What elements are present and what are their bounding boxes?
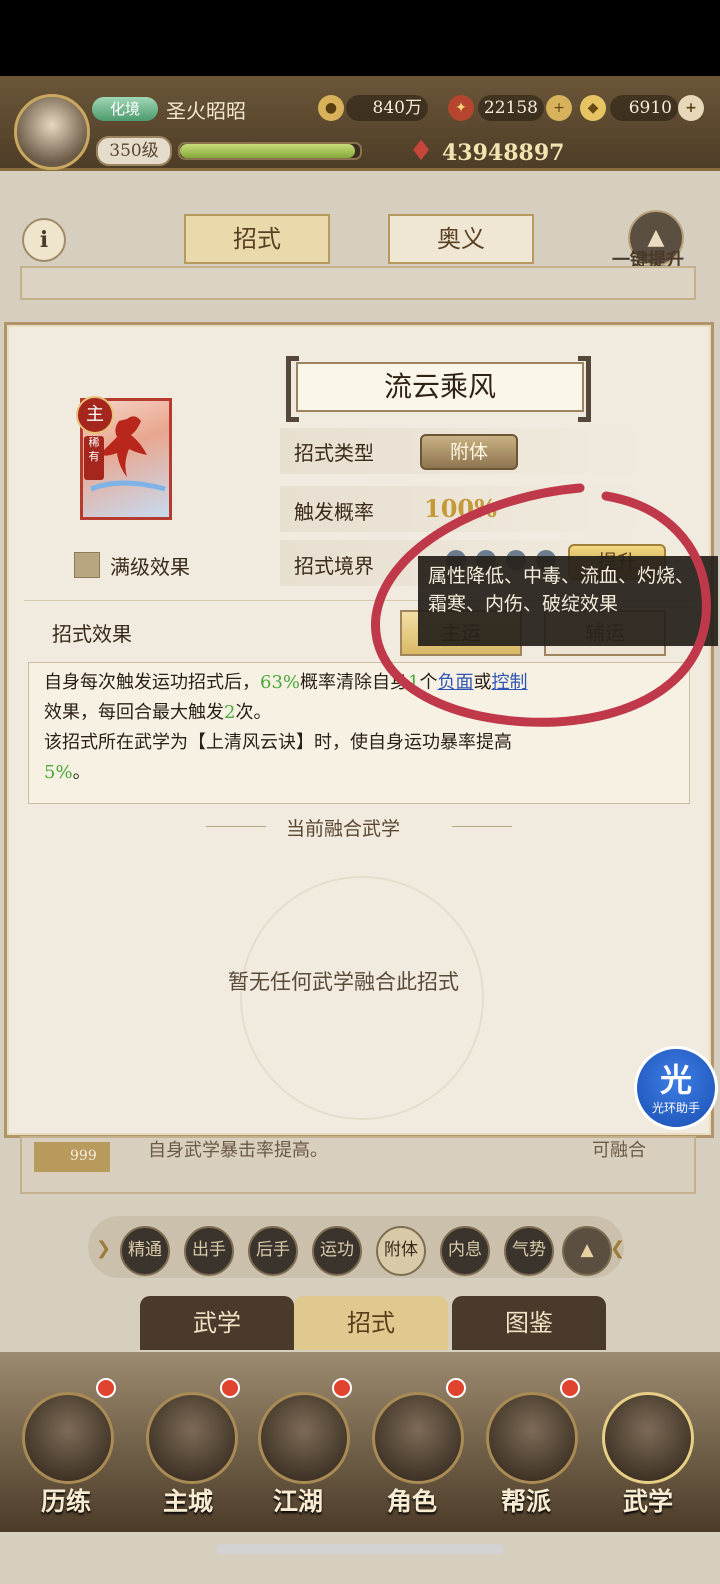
type-value: 附体 [420, 434, 518, 470]
effect-text: 效果，每回合最大触发 [44, 702, 224, 723]
effect-label: 招式效果 [52, 622, 132, 646]
nav-zhucheng-label[interactable]: 主城 [138, 1482, 238, 1518]
effect-chance: 63% [260, 672, 301, 693]
combat-power: 43948897 [442, 140, 565, 166]
max-level-label: 满级效果 [110, 555, 190, 579]
helper-label: 光环助手 [651, 1101, 700, 1115]
fusion-title: 当前融合武学 [286, 818, 401, 840]
nav-bangpai-icon[interactable] [486, 1392, 578, 1484]
silver-coin-icon: ● [318, 95, 344, 121]
main-badge: 主 [76, 396, 114, 434]
home-indicator[interactable] [216, 1544, 504, 1554]
nav-jianghu-icon[interactable] [258, 1392, 350, 1484]
realm-label: 招式境界 [294, 554, 374, 578]
category-houshou[interactable]: 后手 [248, 1226, 298, 1276]
helper-bubble[interactable]: 光 光环助手 [634, 1046, 718, 1130]
background-list-row [20, 266, 696, 300]
vip-badge: 化境 [92, 97, 158, 121]
player-name: 圣火昭昭 [166, 99, 246, 123]
right-arrow-icon: ❮ [610, 1238, 626, 1259]
exp-bar [178, 142, 362, 160]
player-level: 350级 [96, 136, 172, 166]
notification-dot [220, 1378, 240, 1398]
gold-add-icon[interactable]: + [678, 95, 704, 121]
effect-line-4: 5%。 [44, 758, 676, 788]
category-futi[interactable]: 附体 [376, 1226, 426, 1276]
list-item-text: 自身武学暴击率提高。 [148, 1140, 328, 1161]
left-arrow-icon: ❯ [96, 1238, 112, 1259]
category-chushou[interactable]: 出手 [184, 1226, 234, 1276]
tab-moves[interactable]: 招式 [184, 214, 330, 264]
fusion-empty-text: 暂无任何武学融合此招式 [228, 970, 459, 994]
player-avatar[interactable] [14, 94, 90, 170]
tab-wuxue[interactable]: 武学 [140, 1296, 294, 1350]
category-qishi[interactable]: 气势 [504, 1226, 554, 1276]
type-label: 招式类型 [294, 441, 374, 465]
tab-zhaoshi[interactable]: 招式 [294, 1296, 448, 1350]
nav-jianghu-label[interactable]: 江湖 [248, 1482, 348, 1518]
notification-dot [560, 1378, 580, 1398]
stamina-icon: ✦ [448, 95, 474, 121]
category-neixi[interactable]: 内息 [440, 1226, 490, 1276]
max-level-checkbox[interactable] [74, 552, 100, 578]
stamina-amount: 22158 [478, 95, 544, 121]
effect-text: 次。 [235, 702, 272, 723]
nav-lilian-icon[interactable] [22, 1392, 114, 1484]
annotation-circle [371, 483, 711, 727]
info-icon[interactable]: i [22, 218, 66, 262]
nav-juese-icon[interactable] [372, 1392, 464, 1484]
trigger-label: 触发概率 [294, 500, 374, 524]
fusion-emblem [240, 876, 484, 1120]
skill-name: 流云乘风 [296, 362, 584, 412]
effect-text: 。 [72, 762, 91, 783]
nav-lilian-label[interactable]: 历练 [16, 1482, 116, 1518]
fusion-divider-right [452, 826, 512, 827]
combat-power-icon: ♦ [408, 134, 434, 167]
rare-badge: 稀有 [84, 436, 104, 480]
nav-juese-label[interactable]: 角色 [362, 1482, 462, 1518]
gold-amount: 6910 [610, 95, 678, 121]
fusion-divider-left [206, 826, 266, 827]
gold-ingot-icon: ◆ [580, 95, 606, 121]
effect-text: 自身每次触发运功招式后， [44, 672, 260, 693]
nav-wuxue-icon[interactable] [602, 1392, 694, 1484]
effect-max-triggers: 2 [224, 702, 236, 723]
helper-icon: 光 [659, 1061, 692, 1099]
tab-mystery[interactable]: 奥义 [388, 214, 534, 264]
category-upgrade-icon[interactable]: ▲ [562, 1226, 612, 1276]
notification-dot [446, 1378, 466, 1398]
category-yungong[interactable]: 运功 [312, 1226, 362, 1276]
category-jingtong[interactable]: 精通 [120, 1226, 170, 1276]
list-item-status: 可融合 [592, 1140, 646, 1161]
nav-bangpai-label[interactable]: 帮派 [476, 1482, 576, 1518]
exp-bar-fill [180, 144, 355, 158]
nav-zhucheng-icon[interactable] [146, 1392, 238, 1484]
notification-dot [96, 1378, 116, 1398]
nav-wuxue-label[interactable]: 武学 [598, 1482, 698, 1518]
effect-bonus: 5% [44, 762, 73, 783]
list-item-badge: 999 [70, 1148, 97, 1164]
notification-dot [332, 1378, 352, 1398]
status-bar [0, 0, 720, 76]
stamina-add-icon[interactable]: + [546, 95, 572, 121]
tab-tujian[interactable]: 图鉴 [452, 1296, 606, 1350]
silver-amount: 840万 [346, 95, 428, 121]
